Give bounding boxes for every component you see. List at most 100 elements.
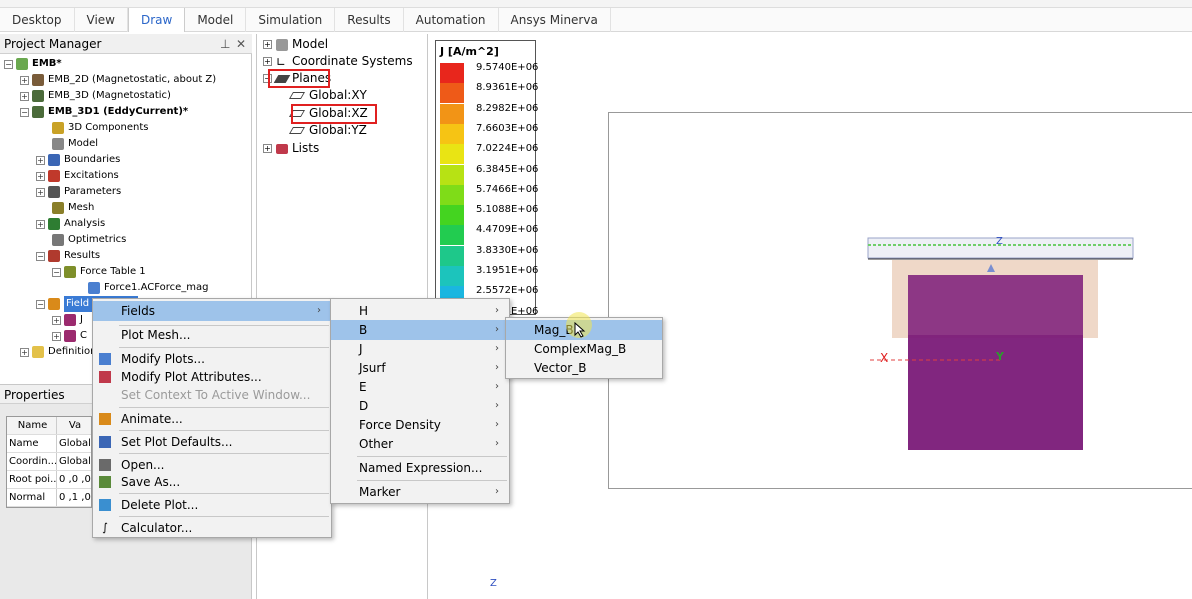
collapse-icon[interactable]: − xyxy=(36,299,45,309)
tree-item-global-yz[interactable]: Global:YZ xyxy=(288,122,367,139)
menu-item-vector-b[interactable]: Vector_B xyxy=(506,358,662,378)
menu-item-other[interactable]: Other › xyxy=(331,434,509,454)
column-header-name[interactable]: Name xyxy=(7,417,57,434)
tab-results[interactable]: Results xyxy=(335,8,404,32)
menu-item-set-plot-defaults[interactable]: Set Plot Defaults... xyxy=(93,432,331,452)
menu-item-delete-plot[interactable]: Delete Plot... xyxy=(93,495,331,515)
expand-icon[interactable]: + xyxy=(20,91,29,101)
properties-table: Name Va Name Global Coordin... Global Ro… xyxy=(6,416,92,508)
menu-item-modify-plots[interactable]: Modify Plots... xyxy=(93,349,331,369)
tree-optimetrics[interactable]: Optimetrics xyxy=(52,232,126,248)
menu-item-fields[interactable]: Fields › xyxy=(93,301,331,321)
table-row[interactable]: Root poi... 0 ,0 ,0 xyxy=(7,471,91,489)
tree-overlay-j[interactable]: + J xyxy=(52,312,83,328)
tree-force-table[interactable]: − Force Table 1 xyxy=(52,264,146,280)
folder-icon xyxy=(32,346,44,358)
expand-icon[interactable]: + xyxy=(36,187,45,197)
tree-design-emb3d1[interactable]: − EMB_3D1 (EddyCurrent)* xyxy=(20,104,188,120)
tree-item-model[interactable]: + Model xyxy=(263,36,328,53)
menu-item-force-density[interactable]: Force Density › xyxy=(331,415,509,435)
property-name: Root poi... xyxy=(7,471,57,488)
tree-overlay-c[interactable]: + C xyxy=(52,328,87,344)
tree-item-lists[interactable]: + Lists xyxy=(263,140,319,157)
expand-icon[interactable]: + xyxy=(263,144,272,153)
tab-draw[interactable]: Draw xyxy=(127,8,186,32)
tab-view[interactable]: View xyxy=(75,8,128,32)
menu-item-save-as[interactable]: Save As... xyxy=(93,472,331,492)
legend-swatch xyxy=(440,83,464,104)
model-geometry[interactable] xyxy=(860,230,1140,460)
tab-ansys-minerva[interactable]: Ansys Minerva xyxy=(499,8,611,32)
tree-results[interactable]: − Results xyxy=(36,248,100,264)
menu-item-marker[interactable]: Marker › xyxy=(331,482,509,502)
menu-item-calculator[interactable]: ∫ Calculator... xyxy=(93,518,331,538)
menu-item-jsurf[interactable]: Jsurf › xyxy=(331,358,509,378)
maxwell-3d-icon xyxy=(32,106,44,118)
tree-item-global-xy[interactable]: Global:XY xyxy=(288,87,367,104)
tree-boundaries[interactable]: + Boundaries xyxy=(36,152,120,168)
menu-item-j[interactable]: J › xyxy=(331,339,509,359)
property-value[interactable]: Global xyxy=(57,453,91,470)
menu-item-b[interactable]: B › xyxy=(331,320,509,340)
tree-design-emb2d[interactable]: + EMB_2D (Magnetostatic, about Z) xyxy=(20,72,216,88)
tab-automation[interactable]: Automation xyxy=(404,8,499,32)
legend-swatch xyxy=(440,123,464,144)
tab-simulation[interactable]: Simulation xyxy=(246,8,336,32)
expand-icon[interactable]: + xyxy=(263,57,272,66)
collapse-icon[interactable]: − xyxy=(36,251,45,261)
menu-item-h[interactable]: H › xyxy=(331,301,509,321)
menu-item-e[interactable]: E › xyxy=(331,377,509,397)
chevron-right-icon: › xyxy=(495,324,499,335)
project-icon xyxy=(16,58,28,70)
legend-swatch xyxy=(440,245,464,266)
tree-excitations[interactable]: + Excitations xyxy=(36,168,119,184)
expand-icon[interactable]: + xyxy=(36,171,45,181)
tree-definitions[interactable]: + Definitions xyxy=(20,344,102,360)
project-manager-header: Project Manager ⊥ ✕ xyxy=(0,34,252,54)
tree-3d-components[interactable]: 3D Components xyxy=(52,120,149,136)
expand-icon[interactable]: + xyxy=(20,347,29,357)
collapse-icon[interactable]: − xyxy=(52,267,61,277)
menu-item-animate[interactable]: Animate... xyxy=(93,409,331,429)
chevron-right-icon: › xyxy=(495,305,499,316)
menu-item-named-expression[interactable]: Named Expression... xyxy=(331,458,509,478)
pin-icon[interactable]: ⊥ xyxy=(220,34,230,54)
tree-model[interactable]: Model xyxy=(52,136,98,152)
tree-design-emb3d[interactable]: + EMB_3D (Magnetostatic) xyxy=(20,88,171,104)
tree-root[interactable]: − EMB* xyxy=(4,56,62,72)
legend-swatch xyxy=(440,63,464,83)
legend-swatch xyxy=(440,144,464,165)
close-icon[interactable]: ✕ xyxy=(236,34,246,54)
menu-item-modify-plot-attributes[interactable]: Modify Plot Attributes... xyxy=(93,367,331,387)
color-legend[interactable]: J [A/m^2] 9.5740E+06 8.9361E+06 8.2982E+06… xyxy=(435,40,538,327)
tree-analysis[interactable]: + Analysis xyxy=(36,216,105,232)
parameters-icon xyxy=(48,186,60,198)
tab-model[interactable]: Model xyxy=(185,8,247,32)
chevron-right-icon: › xyxy=(495,486,499,497)
table-row[interactable]: Coordin... Global xyxy=(7,453,91,471)
tree-item-coordinate-systems[interactable]: + ∟ Coordinate Systems xyxy=(263,53,413,70)
menu-item-plot-mesh[interactable]: Plot Mesh... xyxy=(93,325,331,345)
tree-force-result[interactable]: Force1.ACForce_mag xyxy=(88,280,209,296)
property-value[interactable]: 0 ,0 ,0 xyxy=(57,471,91,488)
table-row[interactable]: Normal 0 ,1 ,0 xyxy=(7,489,91,507)
tab-desktop[interactable]: Desktop xyxy=(0,8,75,32)
menu-item-d[interactable]: D › xyxy=(331,396,509,416)
tree-mesh[interactable]: Mesh xyxy=(52,200,94,216)
expand-icon[interactable]: + xyxy=(20,75,29,85)
expand-icon[interactable]: + xyxy=(52,331,61,341)
modify-plots-icon xyxy=(99,353,111,365)
column-header-value[interactable]: Va xyxy=(57,417,91,434)
property-value[interactable]: 0 ,1 ,0 xyxy=(57,489,91,506)
expand-icon[interactable]: + xyxy=(36,219,45,229)
expand-icon[interactable]: + xyxy=(36,155,45,165)
collapse-icon[interactable]: − xyxy=(20,107,29,117)
expand-icon[interactable]: + xyxy=(52,315,61,325)
table-row[interactable]: Name Global xyxy=(7,435,91,453)
tree-parameters[interactable]: + Parameters xyxy=(36,184,121,200)
menu-separator xyxy=(357,480,507,481)
collapse-icon[interactable]: − xyxy=(4,59,13,69)
expand-icon[interactable]: + xyxy=(263,40,272,49)
property-value[interactable]: Global xyxy=(57,435,91,452)
menu-item-complexmag-b[interactable]: ComplexMag_B xyxy=(506,339,662,359)
